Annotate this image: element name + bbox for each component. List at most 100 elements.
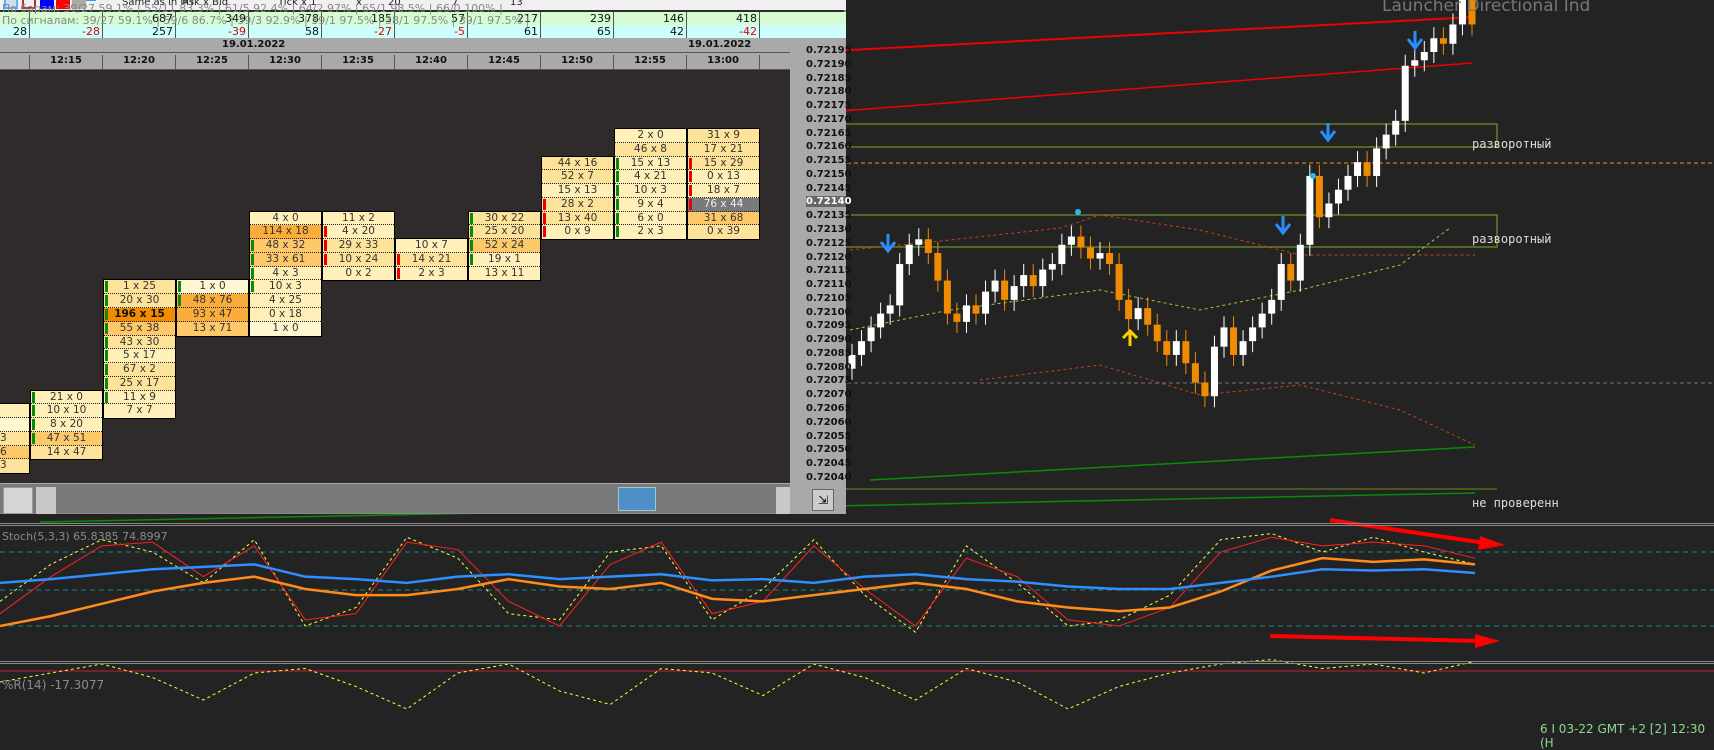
buy-marker bbox=[32, 405, 35, 417]
candle-body bbox=[1048, 264, 1056, 270]
scrollbar-thumb[interactable] bbox=[618, 487, 656, 511]
color-swatch-lightblue[interactable] bbox=[86, 0, 96, 1]
candle-body bbox=[962, 305, 970, 322]
candle-body bbox=[1325, 203, 1333, 218]
candle-body bbox=[1125, 299, 1133, 320]
status-text: 6 I 03-22 GMT +2 [2] 12:30 (H bbox=[1540, 722, 1706, 750]
cluster-cell: 43 x 30 bbox=[104, 335, 175, 350]
horizontal-scrollbar[interactable] bbox=[0, 483, 790, 514]
volume-cell: 239 bbox=[541, 12, 614, 25]
time-label: 13:00 bbox=[687, 55, 760, 70]
indicator-title: Launcher Directional Ind bbox=[1382, 0, 1591, 16]
candle-body bbox=[1315, 175, 1323, 218]
cluster-value: 11 x 2 bbox=[342, 211, 375, 224]
cluster-cell: 25 x 20 bbox=[469, 225, 540, 240]
cluster-value: 13 x 71 bbox=[192, 321, 233, 334]
cluster-cell: 19 x 1 bbox=[469, 252, 540, 267]
candle-body bbox=[1373, 148, 1381, 176]
sell-arrow-icon bbox=[1274, 216, 1292, 236]
cluster-value: 31 x 9 bbox=[707, 129, 740, 141]
cluster-cell: 48 x 32 bbox=[250, 239, 321, 253]
candle-body bbox=[1363, 162, 1371, 176]
date-label: 19.01.2022 bbox=[688, 39, 752, 50]
stepper-3-value[interactable]: 13 bbox=[510, 0, 523, 8]
cluster-cell: 5 x 17 bbox=[104, 349, 175, 364]
candle-body bbox=[972, 305, 980, 314]
cluster-cell: 46 x 8 bbox=[615, 142, 686, 157]
price-tick-label: 0.72160 bbox=[806, 141, 852, 153]
candle-body bbox=[1039, 269, 1047, 287]
buy-marker bbox=[470, 226, 473, 238]
buy-marker bbox=[105, 391, 108, 403]
candle-body bbox=[1001, 280, 1009, 300]
buy-marker bbox=[616, 157, 619, 169]
cluster-value: 48 x 32 bbox=[265, 239, 306, 252]
sell-marker bbox=[543, 198, 546, 210]
cluster-column: 2 x 0 46 x 8 15 x 13 4 x 21 10 x 39 x 46 x 0… bbox=[614, 128, 687, 241]
panel-separator[interactable] bbox=[0, 523, 1714, 526]
cluster-cell: 13 x 71 bbox=[177, 321, 248, 336]
candle-body bbox=[1182, 341, 1190, 364]
cluster-cell: 3 bbox=[0, 459, 29, 474]
scroll-right-button[interactable] bbox=[776, 487, 790, 514]
calendar-icon[interactable] bbox=[3, 487, 33, 514]
candle-body bbox=[1096, 253, 1104, 259]
cluster-value: 46 x 8 bbox=[634, 142, 667, 155]
price-tick-label: 0.72175 bbox=[806, 100, 852, 112]
time-label: 12:40 bbox=[395, 55, 468, 70]
cluster-value: 3 bbox=[0, 431, 7, 444]
cluster-value: 30 x 22 bbox=[484, 211, 525, 224]
cluster-cell: 2 x 0 bbox=[615, 129, 686, 143]
cluster-column: 31 x 9 17 x 21 15 x 29 0 x 13 18 x 7 76 x 44 3… bbox=[687, 128, 760, 241]
cluster-column: 4 x 0 114 x 18 48 x 32 33 x 61 4 x 3 10 x 34 … bbox=[249, 210, 322, 337]
cluster-cell: 9 x 4 bbox=[615, 197, 686, 212]
cluster-column: 1 x 25 20 x 30 196 x 15 55 x 38 43 x 30 5 x 1… bbox=[103, 279, 176, 420]
cluster-cell: 13 x 40 bbox=[542, 211, 613, 226]
cluster-cell: 28 x 2 bbox=[542, 197, 613, 212]
price-tick-label: 0.72170 bbox=[806, 113, 852, 125]
cluster-cell: 8 x 20 bbox=[31, 418, 102, 432]
price-tick-label: 0.72125 bbox=[806, 237, 852, 249]
panel-separator[interactable] bbox=[0, 661, 1714, 664]
candle-body bbox=[1296, 244, 1304, 281]
price-tick-label: 0.72195 bbox=[806, 45, 852, 56]
cluster-value: 28 x 2 bbox=[561, 197, 594, 210]
cluster-value: 29 x 33 bbox=[338, 239, 379, 252]
time-row: 12:15 12:20 12:25 12:30 12:35 12:40 12:45 12:50… bbox=[0, 53, 790, 70]
signal-dot-icon bbox=[1075, 209, 1081, 215]
cluster-value: 17 x 21 bbox=[703, 142, 744, 155]
sell-marker bbox=[689, 185, 692, 197]
resize-corner-icon[interactable]: ⇲ bbox=[812, 489, 834, 511]
cluster-cell: 21 x 0 bbox=[31, 390, 102, 405]
candle-body bbox=[1287, 264, 1295, 281]
buy-marker bbox=[616, 171, 619, 183]
cluster-value: 6 x 0 bbox=[637, 211, 664, 224]
cluster-cell: 31 x 9 bbox=[688, 129, 759, 143]
cluster-value: 2 x 3 bbox=[637, 225, 664, 238]
cluster-column: 44 x 16 52 x 7 15 x 13 28 x 2 13 x 40 0 x 9 bbox=[541, 155, 614, 241]
cluster-cell: 4 x 0 bbox=[250, 211, 321, 226]
candle-body bbox=[1239, 341, 1247, 355]
scroll-left-button[interactable] bbox=[36, 487, 56, 514]
cluster-value: 43 x 30 bbox=[119, 335, 160, 348]
cluster-cell: 10 x 3 bbox=[250, 280, 321, 295]
cluster-cell: 52 x 7 bbox=[542, 170, 613, 185]
price-tick-label: 0.72095 bbox=[806, 320, 852, 332]
cluster-value: 0 x 9 bbox=[564, 225, 591, 238]
cluster-cell: 93 x 47 bbox=[177, 308, 248, 322]
cluster-panel[interactable]: Same as in MT Ask x Bid Tick x 1 x 20 7 … bbox=[0, 0, 846, 514]
buy-marker bbox=[616, 185, 619, 197]
volume-cell: 146 bbox=[614, 12, 687, 25]
sell-marker bbox=[397, 267, 400, 279]
cluster-value: 20 x 30 bbox=[119, 294, 160, 307]
candle-body bbox=[1258, 313, 1266, 328]
buy-marker bbox=[616, 212, 619, 224]
cluster-value: 18 x 7 bbox=[707, 184, 740, 197]
cluster-cell: 31 x 68 bbox=[688, 211, 759, 226]
cluster-cell: 2 x 3 bbox=[615, 225, 686, 240]
price-tick-label: 0.72135 bbox=[806, 210, 852, 222]
cluster-cell: 11 x 2 bbox=[323, 211, 394, 226]
cluster-cell: 15 x 13 bbox=[615, 156, 686, 171]
cluster-value: 8 x 20 bbox=[50, 418, 83, 431]
buy-marker bbox=[105, 281, 108, 293]
